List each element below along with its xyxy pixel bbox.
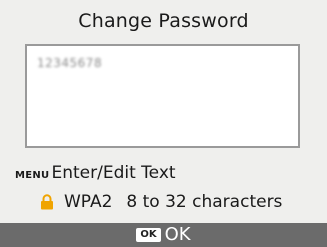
page-title: Change Password	[78, 10, 249, 32]
menu-action-text: Enter/Edit Text	[51, 163, 176, 183]
ok-button[interactable]: OK	[165, 224, 191, 246]
password-value: 12345678	[37, 56, 103, 70]
footer-bar: OK OK	[0, 223, 327, 247]
password-field[interactable]: 12345678	[25, 44, 300, 148]
menu-hint: MENU Enter/Edit Text	[15, 163, 176, 183]
lock-icon	[41, 194, 53, 210]
security-type: WPA2	[64, 192, 113, 212]
ok-key-icon: OK	[136, 228, 161, 242]
change-password-screen: Change Password 12345678 MENU Enter/Edit…	[0, 0, 327, 247]
length-rule: 8 to 32 characters	[126, 192, 283, 212]
security-hint: WPA2 8 to 32 characters	[40, 192, 282, 212]
menu-key-label: MENU	[15, 170, 50, 181]
